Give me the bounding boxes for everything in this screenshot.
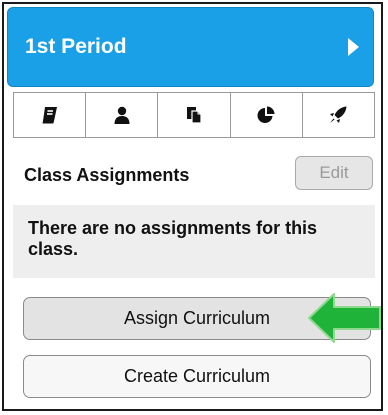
caret-right-icon[interactable]: [348, 38, 359, 56]
empty-state-message: There are no assignments for this class.: [28, 218, 318, 259]
edit-button[interactable]: Edit: [295, 156, 373, 190]
user-icon: [114, 106, 130, 124]
book-icon: [42, 107, 57, 124]
pie-chart-icon: [257, 106, 275, 123]
create-curriculum-button[interactable]: Create Curriculum: [23, 355, 371, 398]
tab-documents[interactable]: [158, 93, 231, 137]
tab-assignments[interactable]: [13, 93, 87, 137]
tab-launch[interactable]: [302, 93, 376, 137]
tab-bar: [13, 92, 376, 138]
pointer-arrow-icon: [308, 293, 381, 343]
rocket-icon: [330, 106, 347, 123]
tab-students[interactable]: [86, 93, 159, 137]
period-header[interactable]: 1st Period: [7, 7, 374, 87]
section-title: Class Assignments: [24, 164, 190, 185]
assignments-header: Class Assignments Edit: [24, 155, 375, 191]
tab-reports[interactable]: [230, 93, 303, 137]
documents-icon: [187, 107, 202, 124]
period-title: 1st Period: [25, 35, 127, 58]
empty-state: There are no assignments for this class.: [13, 205, 375, 278]
